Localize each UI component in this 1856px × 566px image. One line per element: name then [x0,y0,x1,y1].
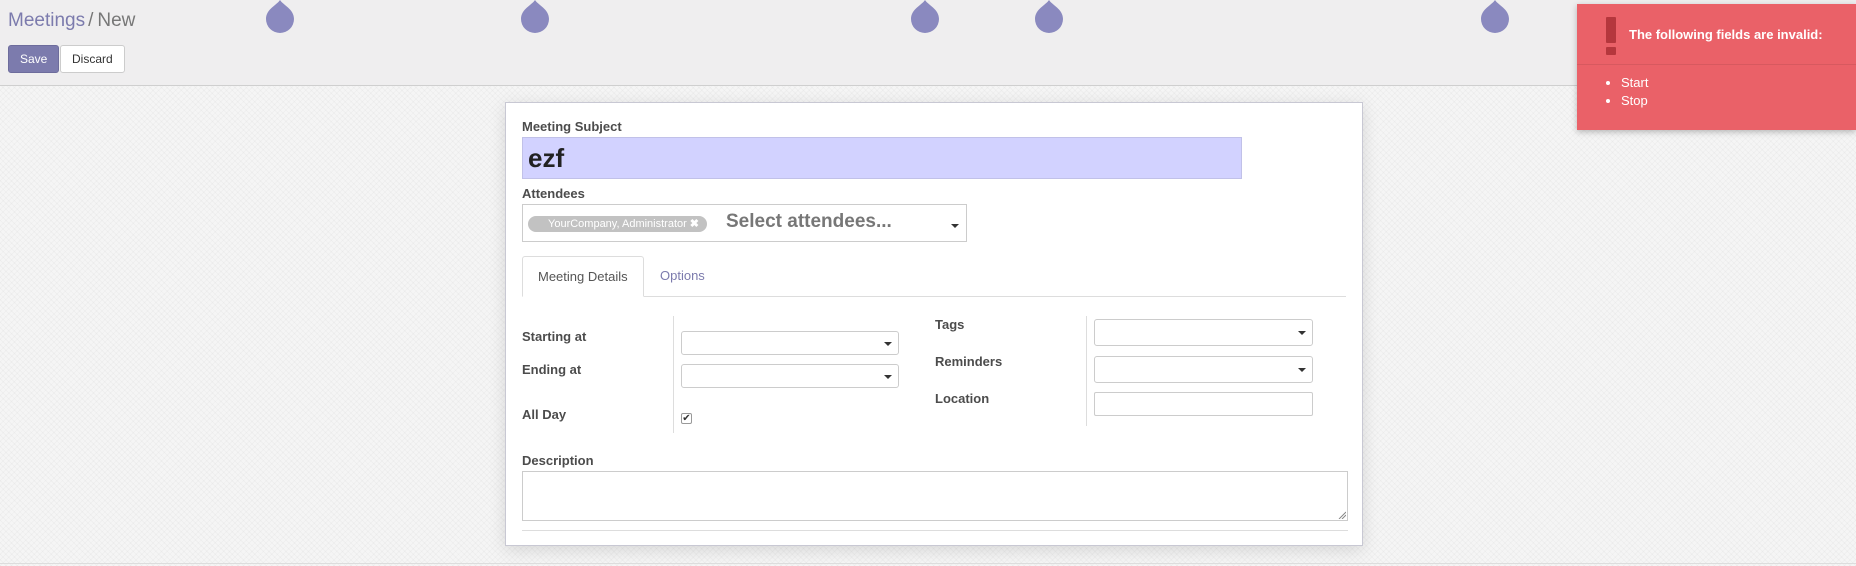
column-divider [673,316,674,433]
ending-at-label: Ending at [522,362,582,377]
ending-at-select[interactable] [681,364,899,388]
reminders-label: Reminders [935,354,1003,369]
all-day-label: All Day [522,407,567,422]
reminders-select[interactable] [1094,356,1313,383]
location-label: Location [935,391,990,406]
column-divider [1086,316,1087,426]
all-day-checkbox[interactable]: ✔ [681,413,692,424]
invalid-fields-list: Start Stop [1604,74,1648,110]
loading-drop-icon [1481,0,1509,33]
close-icon[interactable]: ✖ [690,218,699,230]
tab-options[interactable]: Options [645,256,720,296]
breadcrumb-separator: / [88,10,94,31]
breadcrumb-current: New [97,10,136,31]
exclamation-icon [1606,17,1616,55]
attendees-field[interactable]: YourCompany, Administrator ✖ Select atten… [522,204,967,242]
sheet-bottom-divider [522,530,1348,531]
attendee-tag: YourCompany, Administrator ✖ [528,216,708,232]
list-item: Stop [1621,92,1648,110]
chevron-down-icon [1298,331,1306,335]
attendee-tag-label: YourCompany, Administrator [548,218,687,230]
breadcrumb: Meetings / New [8,10,135,32]
form-sheet: Meeting Subject ezf Attendees YourCompan… [505,102,1363,546]
chevron-down-icon [1298,368,1306,372]
starting-at-label: Starting at [522,329,587,344]
description-label: Description [522,453,594,468]
loading-drop-icon [1035,0,1063,33]
tags-select[interactable] [1094,319,1313,346]
tags-label: Tags [935,317,965,332]
attendees-label: Attendees [522,186,585,201]
notification-title: The following fields are invalid: [1629,27,1823,42]
loading-drop-icon [266,0,294,33]
attendees-placeholder: Select attendees... [726,211,892,232]
list-item: Start [1621,74,1648,92]
discard-button[interactable]: Discard [60,45,125,73]
chevron-down-icon [884,342,892,346]
loading-drop-icon [521,0,549,33]
save-button[interactable]: Save [8,45,60,73]
chevron-down-icon[interactable] [951,224,959,228]
page-bottom-divider [0,563,1856,564]
breadcrumb-meetings-link[interactable]: Meetings [8,10,85,31]
tab-meeting-details[interactable]: Meeting Details [522,256,644,297]
meeting-subject-label: Meeting Subject [522,119,622,134]
location-input[interactable] [1094,392,1313,416]
resize-grip-icon[interactable] [1338,511,1346,519]
meeting-subject-input[interactable]: ezf [522,137,1242,179]
starting-at-select[interactable] [681,331,899,355]
chevron-down-icon [884,375,892,379]
loading-drop-icon [911,0,939,33]
form-tabs: Meeting Details Options [522,256,1346,297]
notification-divider [1577,64,1856,65]
description-textarea[interactable] [522,471,1348,521]
invalid-fields-notification: The following fields are invalid: Start … [1577,4,1856,130]
